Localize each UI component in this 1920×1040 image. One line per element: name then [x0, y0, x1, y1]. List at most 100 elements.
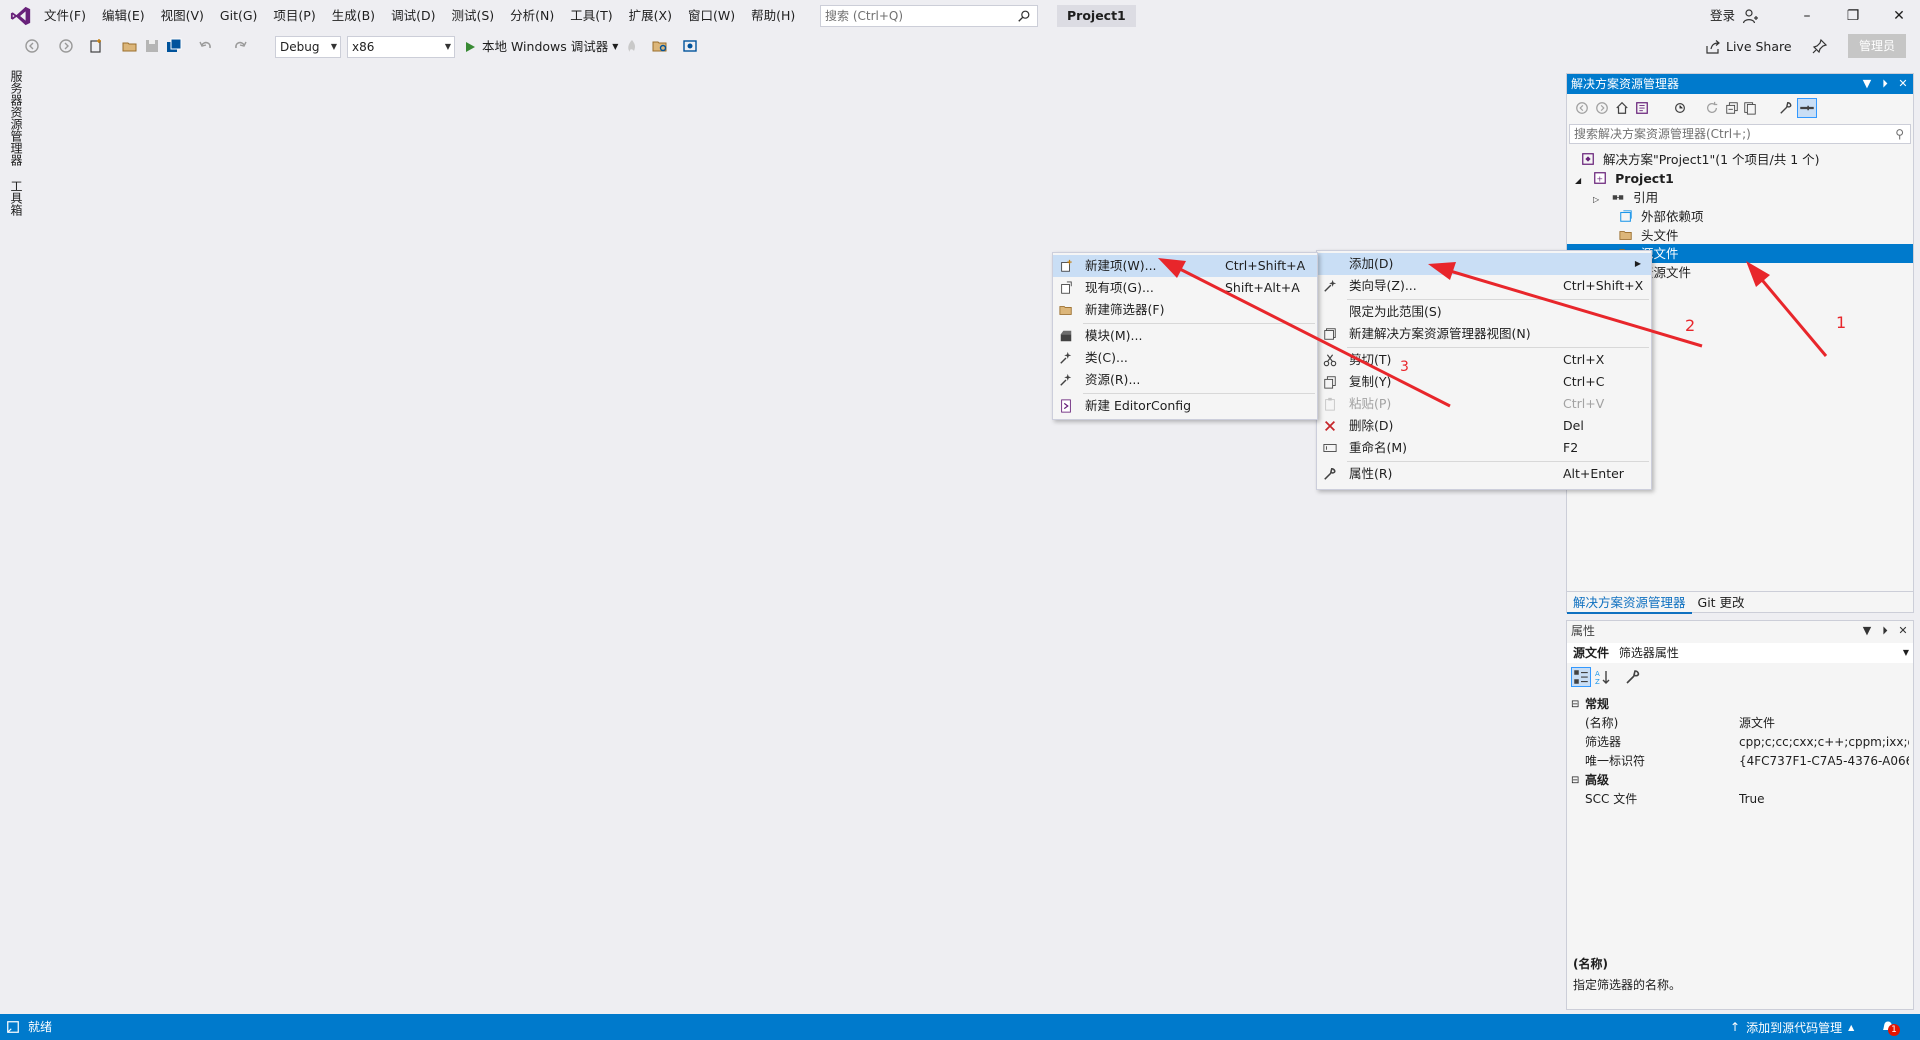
pin-icon[interactable]: ⏵: [1877, 74, 1893, 94]
show-all-files-icon[interactable]: [1743, 101, 1757, 115]
menu-item-new-explorer-view[interactable]: 新建解决方案资源管理器视图(N): [1317, 323, 1651, 345]
hot-reload-icon[interactable]: [624, 38, 640, 54]
menu-git[interactable]: Git(G): [212, 0, 266, 32]
screenshot-tool-icon[interactable]: [682, 38, 698, 54]
solution-configuration-select[interactable]: Debug ▼: [275, 36, 341, 58]
menu-help[interactable]: 帮助(H): [743, 0, 803, 32]
open-file-icon[interactable]: [122, 38, 138, 54]
tab-solution-explorer[interactable]: 解决方案资源管理器: [1567, 592, 1692, 614]
save-all-icon[interactable]: [166, 38, 182, 54]
alphabetical-sort-icon[interactable]: AZ: [1595, 669, 1611, 685]
pin-icon[interactable]: ⏵: [1877, 621, 1893, 641]
delete-x-icon: [1325, 421, 1335, 431]
menu-build[interactable]: 生成(B): [324, 0, 383, 32]
solution-search-placeholder: 搜索解决方案资源管理器(Ctrl+;): [1574, 127, 1751, 141]
tree-header-files-node[interactable]: 头文件: [1619, 226, 1679, 245]
minimize-button[interactable]: –: [1784, 0, 1830, 32]
tree-external-deps-node[interactable]: 外部依赖项: [1619, 207, 1704, 226]
forward-icon[interactable]: [1595, 101, 1609, 115]
search-icon: [1018, 10, 1030, 22]
preview-selected-items-button[interactable]: [1797, 98, 1817, 118]
solution-platform-select[interactable]: x86 ▼: [347, 36, 455, 58]
rename-icon: [1323, 444, 1337, 452]
tree-solution-node[interactable]: 解决方案"Project1"(1 个项目/共 1 个): [1581, 150, 1820, 169]
browse-folder-icon[interactable]: [652, 38, 668, 54]
close-icon[interactable]: ✕: [1895, 621, 1911, 641]
menu-item-resource[interactable]: 资源(R)...: [1053, 369, 1317, 391]
tree-references-node[interactable]: ▷ 引用: [1593, 188, 1658, 207]
pending-changes-filter-icon[interactable]: [1673, 101, 1687, 115]
menu-extensions[interactable]: 扩展(X): [621, 0, 680, 32]
menu-item-class-wizard[interactable]: 类向导(Z)... Ctrl+Shift+X: [1317, 275, 1651, 297]
references-icon: [1612, 195, 1624, 200]
property-row[interactable]: (名称) 源文件: [1567, 714, 1913, 733]
back-icon[interactable]: [1575, 101, 1589, 115]
menu-item-new-editorconfig[interactable]: 新建 EditorConfig: [1053, 395, 1317, 417]
sign-in-link[interactable]: 登录: [1710, 0, 1735, 32]
property-pages-wrench-icon[interactable]: [1625, 669, 1641, 685]
menu-item-shortcut: Ctrl+C: [1563, 374, 1605, 389]
menu-analyze[interactable]: 分析(N): [502, 0, 562, 32]
menu-test[interactable]: 测试(S): [443, 0, 502, 32]
menu-window[interactable]: 窗口(W): [680, 0, 743, 32]
solution-explorer-search-input[interactable]: 搜索解决方案资源管理器(Ctrl+;) ⚲: [1569, 124, 1911, 144]
new-project-icon[interactable]: [88, 38, 104, 54]
menu-item-rename[interactable]: 重命名(M) F2: [1317, 437, 1651, 459]
tree-project-node[interactable]: ◢ + Project1: [1575, 169, 1674, 188]
property-row[interactable]: 唯一标识符 {4FC737F1-C7A5-4376-A066-2: [1567, 752, 1913, 771]
switch-views-icon[interactable]: [1635, 101, 1649, 115]
notifications-button[interactable]: 1: [1880, 1018, 1900, 1036]
refresh-icon[interactable]: [1705, 101, 1719, 115]
save-icon[interactable]: [144, 38, 160, 54]
categorized-view-button[interactable]: [1571, 667, 1591, 687]
properties-wrench-icon[interactable]: [1779, 101, 1793, 115]
menu-item-new-filter[interactable]: 新建筛选器(F): [1053, 299, 1317, 321]
tab-git-changes[interactable]: Git 更改: [1692, 592, 1751, 614]
home-icon[interactable]: [1615, 101, 1629, 115]
redo-icon[interactable]: [232, 38, 248, 54]
start-debugging-button[interactable]: 本地 Windows 调试器 ▼: [464, 36, 618, 58]
properties-header: 属性 ▼ ⏵ ✕: [1567, 621, 1913, 641]
property-category-general[interactable]: ⊟ 常规: [1567, 695, 1913, 714]
user-icon[interactable]: [1742, 8, 1758, 24]
menu-tools[interactable]: 工具(T): [562, 0, 620, 32]
search-input[interactable]: 搜索 (Ctrl+Q): [820, 5, 1038, 27]
navigate-forward-icon[interactable]: [58, 38, 74, 54]
restore-button[interactable]: ❐: [1830, 0, 1876, 32]
menu-item-add[interactable]: 添加(D) ▶: [1317, 253, 1651, 275]
properties-object-selector[interactable]: 源文件 筛选器属性 ▼: [1567, 643, 1913, 663]
close-window-button[interactable]: ✕: [1876, 0, 1920, 32]
navigate-back-icon[interactable]: [24, 38, 40, 54]
server-explorer-tab[interactable]: 服务器资源管理器: [8, 70, 25, 166]
menu-debug[interactable]: 调试(D): [383, 0, 443, 32]
solution-explorer-header: 解决方案资源管理器 ▼ ⏵ ✕: [1567, 74, 1913, 94]
menu-item-copy[interactable]: 复制(Y) Ctrl+C: [1317, 371, 1651, 393]
add-to-source-control-button[interactable]: ↑ 添加到源代码管理 ▲: [1730, 1014, 1854, 1040]
menu-item-module[interactable]: 模块(M)...: [1053, 325, 1317, 347]
menu-item-delete[interactable]: 删除(D) Del: [1317, 415, 1651, 437]
live-share-button[interactable]: Live Share: [1706, 36, 1792, 58]
property-row[interactable]: 筛选器 cpp;c;cc;cxx;c++;cppm;ixx;def;: [1567, 733, 1913, 752]
menu-item-scope-to-this[interactable]: 限定为此范围(S): [1317, 301, 1651, 323]
close-icon[interactable]: ✕: [1895, 74, 1911, 94]
menu-file[interactable]: 文件(F): [36, 0, 94, 32]
menu-item-cut[interactable]: 剪切(T) Ctrl+X: [1317, 349, 1651, 371]
menu-edit[interactable]: 编辑(E): [94, 0, 153, 32]
menu-item-properties[interactable]: 属性(R) Alt+Enter: [1317, 463, 1651, 485]
window-position-icon[interactable]: ▼: [1859, 621, 1875, 641]
property-category-advanced[interactable]: ⊟ 高级: [1567, 771, 1913, 790]
window-position-icon[interactable]: ▼: [1859, 74, 1875, 94]
menu-item-new-item[interactable]: 新建项(W)... Ctrl+Shift+A: [1053, 255, 1317, 277]
menu-view[interactable]: 视图(V): [153, 0, 212, 32]
menu-project[interactable]: 项目(P): [265, 0, 323, 32]
menu-item-paste[interactable]: 粘贴(P) Ctrl+V: [1317, 393, 1651, 415]
toolbox-tab[interactable]: 工具箱: [8, 180, 25, 216]
undo-icon[interactable]: [198, 38, 214, 54]
description-title: (名称): [1573, 957, 1608, 971]
feedback-pin-icon[interactable]: [1812, 38, 1828, 54]
menu-item-existing-item[interactable]: 现有项(G)... Shift+Alt+A: [1053, 277, 1317, 299]
property-row[interactable]: SCC 文件 True: [1567, 790, 1913, 809]
collapse-all-icon[interactable]: [1725, 101, 1739, 115]
menu-item-class[interactable]: 类(C)...: [1053, 347, 1317, 369]
output-window-icon[interactable]: [6, 1020, 20, 1034]
